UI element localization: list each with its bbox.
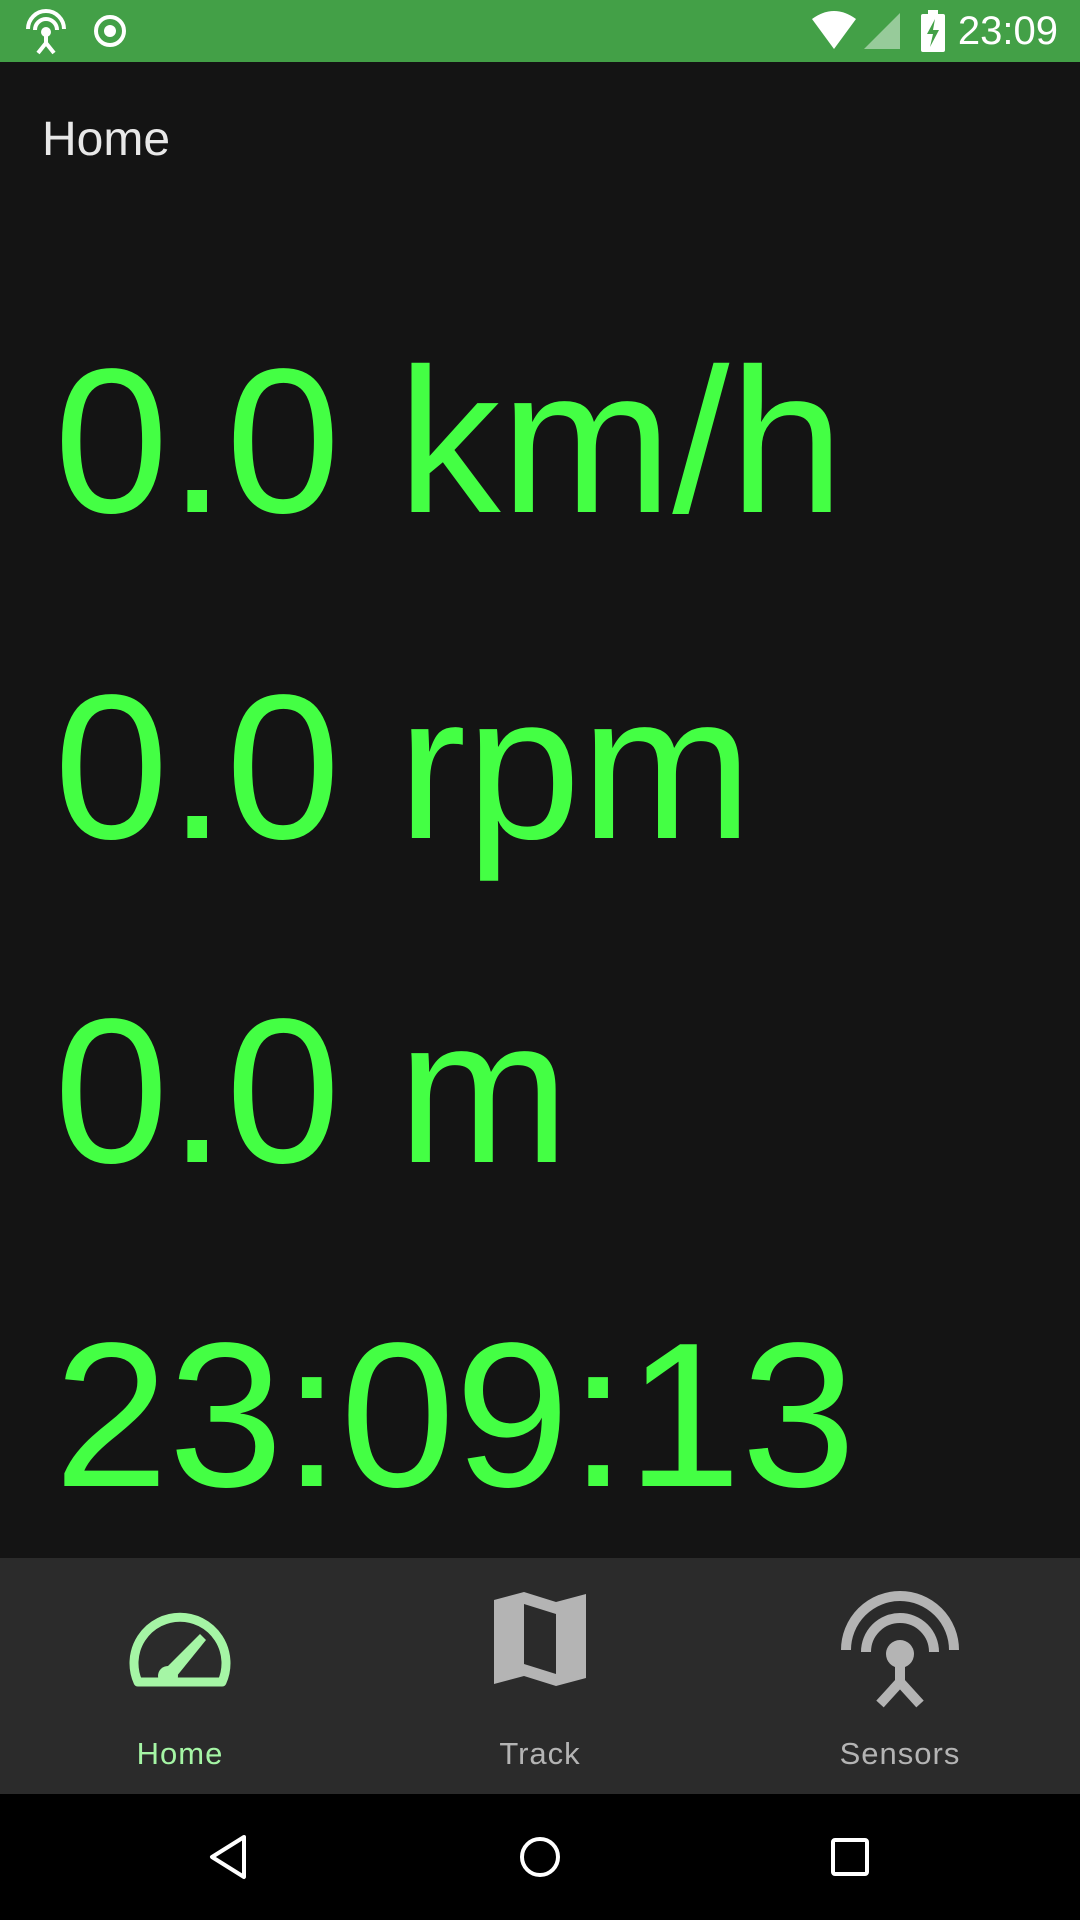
bottom-navigation: Home Track Sensors	[0, 1558, 1080, 1794]
signal-icon	[862, 0, 902, 62]
sensors-antenna-icon	[840, 1590, 960, 1714]
battery-charging-icon	[920, 0, 946, 62]
nav-item-home[interactable]: Home	[0, 1558, 360, 1794]
speedometer-icon	[124, 1590, 236, 1694]
recents-button[interactable]	[790, 1794, 910, 1920]
speed-readout: 0.0 km/h	[54, 326, 845, 556]
home-button[interactable]	[480, 1794, 600, 1920]
clock-readout: 23:09:13	[54, 1300, 856, 1530]
status-time: 23:09	[957, 9, 1058, 53]
app-bar: Home	[0, 62, 1080, 216]
rpm-readout: 0.0 rpm	[54, 652, 753, 882]
distance-readout: 0.0 m	[54, 976, 570, 1206]
nav-item-sensors[interactable]: Sensors	[720, 1558, 1080, 1794]
nav-label-sensors: Sensors	[839, 1736, 961, 1771]
hotspot-icon	[22, 0, 70, 62]
nav-label-track: Track	[499, 1736, 581, 1771]
status-bar: 23:09	[0, 0, 1080, 62]
recents-square-icon	[831, 1838, 869, 1876]
back-icon	[210, 1835, 246, 1879]
home-circle-icon	[520, 1837, 560, 1877]
nav-label-home: Home	[136, 1736, 224, 1771]
system-navigation-bar	[0, 1794, 1080, 1920]
back-button[interactable]	[168, 1794, 288, 1920]
wifi-icon	[810, 0, 858, 62]
location-target-icon	[92, 0, 128, 62]
page-title: Home	[42, 113, 171, 166]
nav-item-track[interactable]: Track	[360, 1558, 720, 1794]
map-icon	[490, 1590, 590, 1694]
